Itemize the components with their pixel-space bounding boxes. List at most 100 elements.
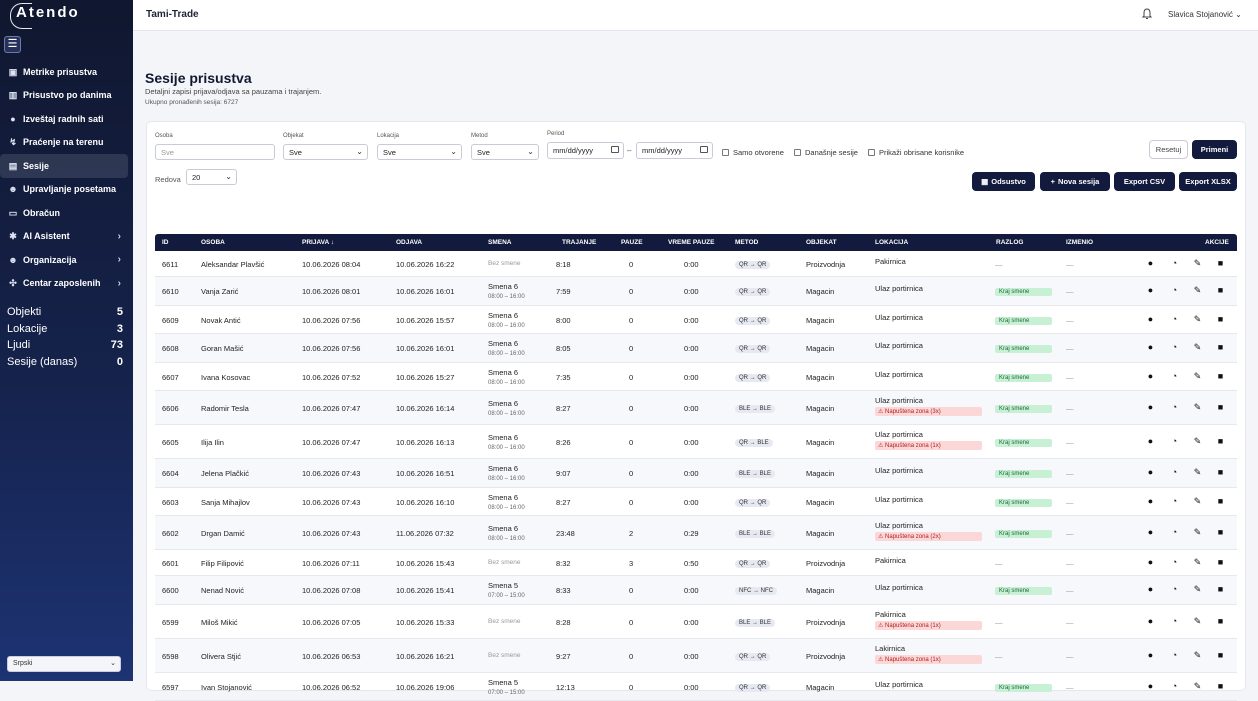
- table-row[interactable]: 6601Filip Filipović10.06.2026 07:1110.06…: [155, 550, 1237, 576]
- table-row[interactable]: 6597Ivan Stojanović10.06.2026 06:5210.06…: [155, 673, 1237, 701]
- sidebar-item-metrike-prisustva[interactable]: ▣Metrike prisustva: [0, 60, 133, 84]
- map-pin-icon[interactable]: ●: [1146, 528, 1155, 537]
- objekat-select[interactable]: Sve⌄: [283, 144, 368, 160]
- menu-toggle-button[interactable]: ☰: [4, 36, 21, 53]
- export-csv-button[interactable]: Export CSV: [1114, 172, 1175, 191]
- edit-icon[interactable]: ✎: [1193, 682, 1202, 691]
- table-row[interactable]: 6611Aleksandar Plavšić10.06.2026 08:0410…: [155, 251, 1237, 277]
- edit-icon[interactable]: ✎: [1193, 585, 1202, 594]
- edit-icon[interactable]: ✎: [1193, 403, 1202, 412]
- sidebar-item-centar-zaposlenih[interactable]: ✣Centar zaposlenih›: [0, 272, 133, 296]
- map-pin-icon[interactable]: ●: [1146, 651, 1155, 660]
- trash-icon[interactable]: ■: [1216, 617, 1225, 626]
- timeline-icon[interactable]: ◔: [1170, 259, 1179, 268]
- calendar-icon[interactable]: [700, 146, 708, 153]
- edit-icon[interactable]: ✎: [1193, 372, 1202, 381]
- trash-icon[interactable]: ■: [1216, 468, 1225, 477]
- timeline-icon[interactable]: ◔: [1170, 437, 1179, 446]
- trash-icon[interactable]: ■: [1216, 372, 1225, 381]
- table-row[interactable]: 6607Ivana Kosovac10.06.2026 07:5210.06.2…: [155, 363, 1237, 392]
- obrisani-korisnici-checkbox[interactable]: Prikaži obrisane korisnike: [868, 148, 964, 157]
- table-row[interactable]: 6599Miloš Mikić10.06.2026 07:0510.06.202…: [155, 605, 1237, 639]
- map-pin-icon[interactable]: ●: [1146, 315, 1155, 324]
- map-pin-icon[interactable]: ●: [1146, 437, 1155, 446]
- map-pin-icon[interactable]: ●: [1146, 343, 1155, 352]
- map-pin-icon[interactable]: ●: [1146, 558, 1155, 567]
- column-header[interactable]: PRIJAVA ↓: [302, 239, 334, 246]
- checkbox-box[interactable]: [722, 149, 729, 156]
- timeline-icon[interactable]: ◔: [1170, 497, 1179, 506]
- trash-icon[interactable]: ■: [1216, 437, 1225, 446]
- metod-select[interactable]: Sve⌄: [471, 144, 539, 160]
- table-row[interactable]: 6600Nenad Nović10.06.2026 07:0810.06.202…: [155, 576, 1237, 605]
- edit-icon[interactable]: ✎: [1193, 437, 1202, 446]
- sidebar-item-pra-enje-na-terenu[interactable]: ↯Praćenje na terenu: [0, 131, 133, 155]
- table-row[interactable]: 6608Goran Mašić10.06.2026 07:5610.06.202…: [155, 334, 1237, 363]
- edit-icon[interactable]: ✎: [1193, 259, 1202, 268]
- sidebar-item-ai-asistent[interactable]: ✱AI Asistent›: [0, 225, 133, 249]
- timeline-icon[interactable]: ◔: [1170, 286, 1179, 295]
- date-from-input[interactable]: mm/dd/yyyy: [547, 142, 624, 159]
- atendo-logo[interactable]: Atendo: [12, 4, 80, 28]
- trash-icon[interactable]: ■: [1216, 585, 1225, 594]
- redova-select[interactable]: 20⌄: [186, 169, 237, 185]
- timeline-icon[interactable]: ◔: [1170, 372, 1179, 381]
- table-row[interactable]: 6610Vanja Zarić10.06.2026 08:0110.06.202…: [155, 277, 1237, 306]
- map-pin-icon[interactable]: ●: [1146, 468, 1155, 477]
- edit-icon[interactable]: ✎: [1193, 286, 1202, 295]
- odsustvo-button[interactable]: ▦Odsustvo: [972, 172, 1035, 191]
- trash-icon[interactable]: ■: [1216, 343, 1225, 352]
- trash-icon[interactable]: ■: [1216, 682, 1225, 691]
- osoba-input[interactable]: Sve: [155, 144, 275, 160]
- calendar-icon[interactable]: [611, 146, 619, 153]
- table-row[interactable]: 6598Olivera Stjić10.06.2026 06:5310.06.2…: [155, 639, 1237, 673]
- language-select[interactable]: Srpski⌄: [7, 656, 121, 672]
- edit-icon[interactable]: ✎: [1193, 497, 1202, 506]
- reset-button[interactable]: Resetuj: [1149, 140, 1188, 159]
- sidebar-item-obra-un[interactable]: ▭Obračun: [0, 201, 133, 225]
- edit-icon[interactable]: ✎: [1193, 468, 1202, 477]
- trash-icon[interactable]: ■: [1216, 651, 1225, 660]
- timeline-icon[interactable]: ◔: [1170, 558, 1179, 567]
- timeline-icon[interactable]: ◔: [1170, 528, 1179, 537]
- user-menu[interactable]: Slavica Stojanović ⌄: [1168, 10, 1242, 19]
- table-row[interactable]: 6602Drgan Damić10.06.2026 07:4311.06.202…: [155, 516, 1237, 550]
- edit-icon[interactable]: ✎: [1193, 315, 1202, 324]
- map-pin-icon[interactable]: ●: [1146, 585, 1155, 594]
- table-row[interactable]: 6603Sanja Mihajlov10.06.2026 07:4310.06.…: [155, 488, 1237, 517]
- edit-icon[interactable]: ✎: [1193, 343, 1202, 352]
- bell-icon[interactable]: [1142, 8, 1152, 20]
- trash-icon[interactable]: ■: [1216, 403, 1225, 412]
- checkbox-box[interactable]: [868, 149, 875, 156]
- trash-icon[interactable]: ■: [1216, 558, 1225, 567]
- map-pin-icon[interactable]: ●: [1146, 497, 1155, 506]
- trash-icon[interactable]: ■: [1216, 497, 1225, 506]
- timeline-icon[interactable]: ◔: [1170, 403, 1179, 412]
- sidebar-item-organizacija[interactable]: ☻Organizacija›: [0, 248, 133, 272]
- edit-icon[interactable]: ✎: [1193, 651, 1202, 660]
- timeline-icon[interactable]: ◔: [1170, 651, 1179, 660]
- timeline-icon[interactable]: ◔: [1170, 315, 1179, 324]
- trash-icon[interactable]: ■: [1216, 286, 1225, 295]
- date-to-input[interactable]: mm/dd/yyyy: [636, 142, 713, 159]
- edit-icon[interactable]: ✎: [1193, 558, 1202, 567]
- table-row[interactable]: 6605Ilija Ilin10.06.2026 07:4710.06.2026…: [155, 425, 1237, 459]
- map-pin-icon[interactable]: ●: [1146, 617, 1155, 626]
- map-pin-icon[interactable]: ●: [1146, 259, 1155, 268]
- map-pin-icon[interactable]: ●: [1146, 682, 1155, 691]
- timeline-icon[interactable]: ◔: [1170, 585, 1179, 594]
- sidebar-item-sesije[interactable]: ▤Sesije: [0, 154, 128, 178]
- edit-icon[interactable]: ✎: [1193, 528, 1202, 537]
- map-pin-icon[interactable]: ●: [1146, 286, 1155, 295]
- sidebar-item-izve-taj-radnih-sati[interactable]: ●Izveštaj radnih sati: [0, 107, 133, 131]
- checkbox-box[interactable]: [794, 149, 801, 156]
- danasnje-sesije-checkbox[interactable]: Današnje sesije: [794, 148, 858, 157]
- timeline-icon[interactable]: ◔: [1170, 468, 1179, 477]
- timeline-icon[interactable]: ◔: [1170, 682, 1179, 691]
- export-xlsx-button[interactable]: Export XLSX: [1179, 172, 1237, 191]
- trash-icon[interactable]: ■: [1216, 528, 1225, 537]
- nova-sesija-button[interactable]: +Nova sesija: [1040, 172, 1110, 191]
- table-row[interactable]: 6604Jelena Plačkić10.06.2026 07:4310.06.…: [155, 459, 1237, 488]
- sidebar-item-prisustvo-po-danima[interactable]: ▥Prisustvo po danima: [0, 84, 133, 108]
- table-row[interactable]: 6606Radomir Tesla10.06.2026 07:4710.06.2…: [155, 391, 1237, 425]
